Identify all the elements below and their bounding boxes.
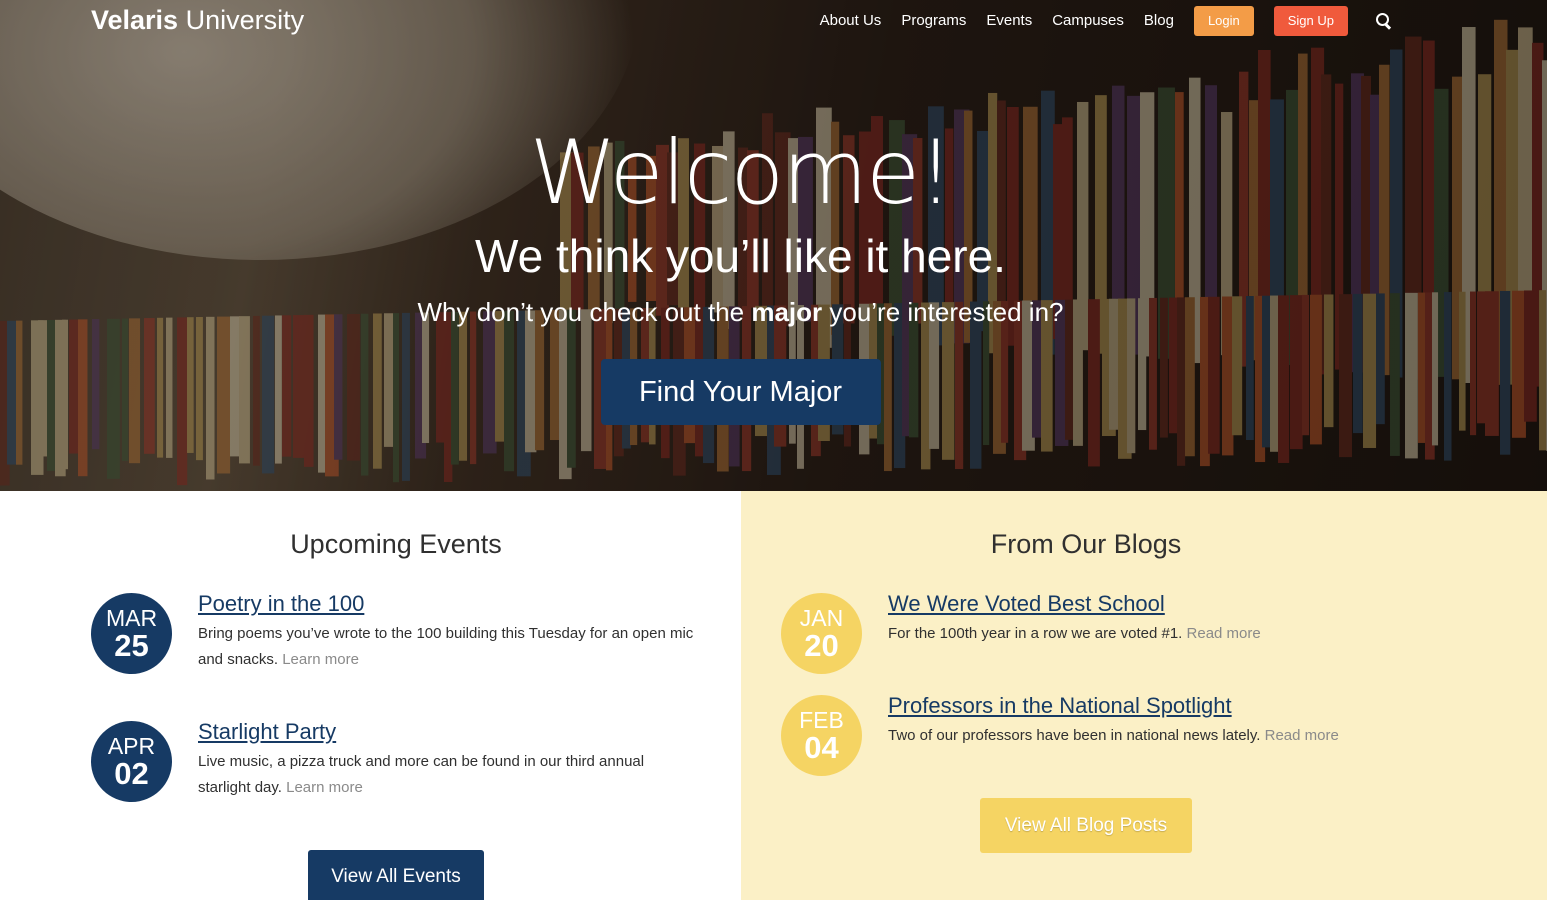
hero-content: Welcome! We think you’ll like it here. W… bbox=[0, 118, 1547, 425]
hero-title: Welcome! bbox=[529, 121, 954, 224]
event-date-badge: APR 02 bbox=[91, 721, 172, 802]
read-more-link[interactable]: Read more bbox=[1265, 727, 1339, 744]
blog-day: 20 bbox=[804, 627, 839, 663]
learn-more-link[interactable]: Learn more bbox=[282, 651, 359, 668]
blog-title-link[interactable]: We Were Voted Best School bbox=[888, 589, 1165, 619]
site-logo[interactable]: Velaris University bbox=[91, 5, 304, 36]
event-month: APR bbox=[107, 732, 156, 759]
event-day: 02 bbox=[114, 755, 149, 791]
nav-link-campuses[interactable]: Campuses bbox=[1052, 6, 1124, 36]
event-description-text: Bring poems you’ve wrote to the 100 buil… bbox=[198, 625, 694, 668]
event-month: MAR bbox=[105, 604, 158, 631]
blog-month: JAN bbox=[799, 604, 844, 631]
search-icon[interactable] bbox=[1376, 13, 1392, 29]
blog-body: Professors in the National Spotlight Two… bbox=[888, 691, 1508, 776]
view-all-blog-posts-button[interactable]: View All Blog Posts bbox=[980, 798, 1192, 853]
blog-item: JAN 20 We Were Voted Best School For the… bbox=[781, 591, 1508, 674]
nav-link-events[interactable]: Events bbox=[986, 6, 1032, 36]
blog-description: Two of our professors have been in natio… bbox=[888, 723, 1508, 749]
event-body: Starlight Party Live music, a pizza truc… bbox=[198, 717, 698, 802]
lower-content: Upcoming Events MAR 25 Poetry in the 100… bbox=[0, 491, 1547, 900]
nav-link-about-us[interactable]: About Us bbox=[820, 6, 882, 36]
blogs-section: From Our Blogs JAN 20 We Were Voted Best… bbox=[741, 491, 1547, 900]
blog-item: FEB 04 Professors in the National Spotli… bbox=[781, 693, 1508, 776]
hero-question-start: Why don’t you check out the bbox=[417, 297, 752, 327]
event-day: 25 bbox=[114, 627, 149, 663]
blog-description-text: For the 100th year in a row we are voted… bbox=[888, 625, 1183, 642]
blog-description-text: Two of our professors have been in natio… bbox=[888, 727, 1261, 744]
event-item: APR 02 Starlight Party Live music, a piz… bbox=[91, 719, 698, 802]
nav-link-blog[interactable]: Blog bbox=[1144, 6, 1174, 36]
event-date-badge: MAR 25 bbox=[91, 593, 172, 674]
find-your-major-button[interactable]: Find Your Major bbox=[600, 359, 881, 425]
view-all-events-button[interactable]: View All Events bbox=[308, 850, 484, 900]
blog-date-badge: FEB 04 bbox=[781, 695, 862, 776]
hero-question: Why don’t you check out the major you’re… bbox=[0, 292, 1547, 332]
events-section: Upcoming Events MAR 25 Poetry in the 100… bbox=[0, 491, 741, 900]
logo-light-text: University bbox=[185, 5, 305, 35]
event-body: Poetry in the 100 Bring poems you’ve wro… bbox=[198, 589, 708, 674]
hero-question-bold: major bbox=[751, 297, 823, 327]
blog-body: We Were Voted Best School For the 100th … bbox=[888, 589, 1508, 674]
blog-day: 04 bbox=[804, 729, 839, 765]
nav-menu: About Us Programs Events Campuses Blog L… bbox=[800, 6, 1392, 36]
event-description: Live music, a pizza truck and more can b… bbox=[198, 749, 698, 801]
hero-section: Velaris University About Us Programs Eve… bbox=[0, 0, 1547, 491]
logo-bold-text: Velaris bbox=[91, 5, 179, 35]
events-heading: Upcoming Events bbox=[290, 529, 502, 559]
top-navigation: Velaris University About Us Programs Eve… bbox=[0, 0, 1547, 42]
read-more-link[interactable]: Read more bbox=[1187, 625, 1261, 642]
blog-month: FEB bbox=[799, 706, 844, 733]
event-item: MAR 25 Poetry in the 100 Bring poems you… bbox=[91, 591, 708, 674]
signup-button[interactable]: Sign Up bbox=[1273, 6, 1348, 36]
blog-title-link[interactable]: Professors in the National Spotlight bbox=[888, 691, 1232, 721]
hero-subtitle: We think you’ll like it here. bbox=[475, 230, 1006, 282]
learn-more-link[interactable]: Learn more bbox=[286, 779, 363, 796]
event-description: Bring poems you’ve wrote to the 100 buil… bbox=[198, 621, 708, 673]
event-description-text: Live music, a pizza truck and more can b… bbox=[198, 753, 645, 796]
hero-question-end: you’re interested in? bbox=[822, 297, 1064, 327]
blog-description: For the 100th year in a row we are voted… bbox=[888, 621, 1508, 647]
event-title-link[interactable]: Starlight Party bbox=[198, 717, 336, 747]
blogs-heading: From Our Blogs bbox=[990, 529, 1182, 559]
event-title-link[interactable]: Poetry in the 100 bbox=[198, 589, 364, 619]
blog-date-badge: JAN 20 bbox=[781, 593, 862, 674]
nav-link-programs[interactable]: Programs bbox=[901, 6, 966, 36]
login-button[interactable]: Login bbox=[1193, 6, 1254, 36]
